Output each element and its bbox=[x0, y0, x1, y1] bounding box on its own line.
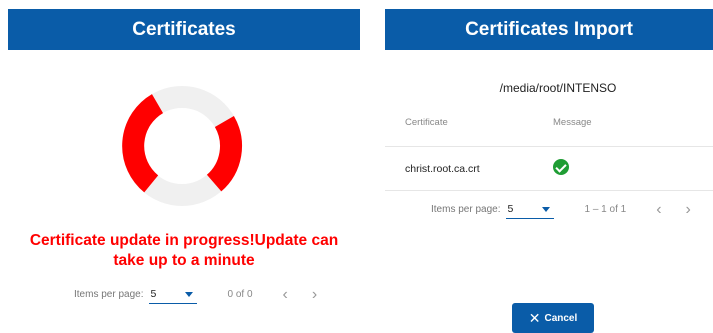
page-size-select[interactable]: 5 bbox=[149, 285, 198, 304]
panel-title: Certificates bbox=[8, 9, 360, 50]
next-page-button[interactable]: › bbox=[312, 286, 317, 303]
column-header-message: Message bbox=[553, 117, 592, 128]
previous-page-button[interactable]: ‹ bbox=[656, 201, 661, 218]
table-header: Certificate Message bbox=[385, 99, 713, 147]
page-size-value: 5 bbox=[150, 288, 157, 300]
progress-message: Certificate update in progress!Update ca… bbox=[29, 232, 339, 269]
page-size-value: 5 bbox=[507, 203, 514, 215]
paginator: Items per page: 5 1 – 1 of 1 ‹ › bbox=[431, 200, 691, 219]
certificates-table: Certificate Message christ.root.ca.crt bbox=[385, 99, 713, 191]
chevron-down-icon bbox=[185, 292, 194, 297]
page-range-label: 1 – 1 of 1 bbox=[584, 204, 627, 215]
close-icon: ✕ bbox=[528, 309, 541, 326]
certificates-panel: Certificates Certificate update in progr… bbox=[0, 0, 366, 333]
success-check-icon bbox=[553, 159, 569, 175]
page-range-label: 0 of 0 bbox=[227, 289, 253, 300]
next-page-button[interactable]: › bbox=[686, 201, 691, 218]
table-row: christ.root.ca.crt bbox=[385, 147, 713, 191]
loading-spinner bbox=[122, 86, 242, 206]
items-per-page-label: Items per page: bbox=[431, 204, 501, 215]
certificates-import-panel: Certificates Import /media/root/INTENSO … bbox=[385, 0, 713, 333]
certificate-name: christ.root.ca.crt bbox=[405, 162, 480, 175]
items-per-page-label: Items per page: bbox=[74, 289, 144, 300]
chevron-down-icon bbox=[542, 207, 551, 212]
cancel-button[interactable]: ✕ Cancel bbox=[512, 303, 594, 333]
cancel-label: Cancel bbox=[544, 312, 578, 324]
column-header-certificate: Certificate bbox=[405, 117, 448, 128]
panel-title: Certificates Import bbox=[385, 9, 713, 50]
paginator: Items per page: 5 0 of 0 ‹ › bbox=[74, 285, 317, 304]
import-path: /media/root/INTENSO bbox=[499, 81, 617, 95]
previous-page-button[interactable]: ‹ bbox=[283, 286, 288, 303]
page-size-select[interactable]: 5 bbox=[506, 200, 555, 219]
